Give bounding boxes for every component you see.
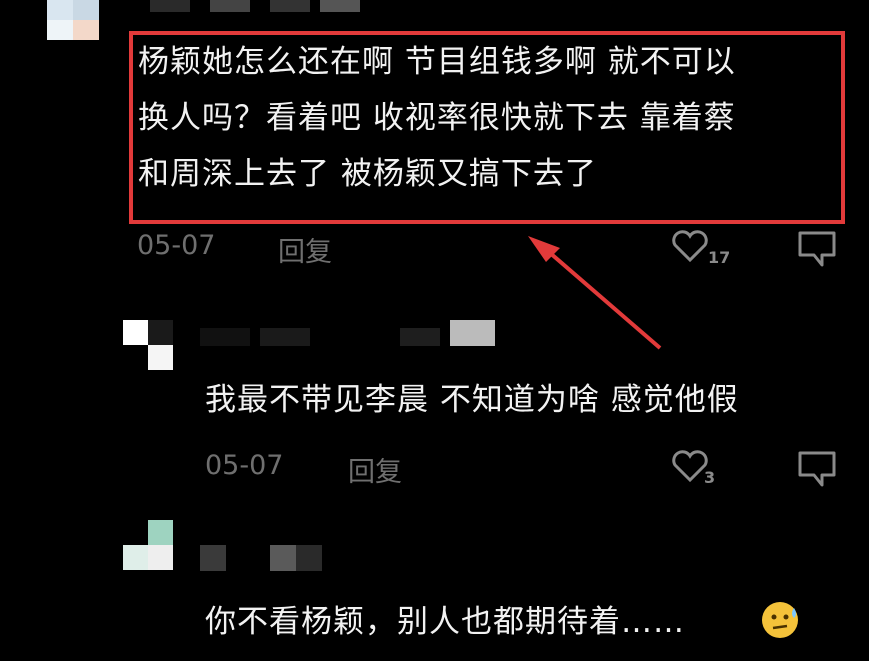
avatar[interactable] [123, 520, 173, 570]
like-button[interactable]: 17 [670, 228, 740, 268]
arrow-icon [528, 236, 662, 350]
comment-line: 你不看杨颖，别人也都期待着…… [205, 604, 685, 640]
emoji-icon [762, 602, 798, 638]
highlight-box [129, 31, 845, 224]
avatar[interactable] [123, 320, 173, 370]
reply-button[interactable]: 回复 [278, 230, 332, 269]
comment-date: 05-07 [137, 230, 216, 261]
dislike-button[interactable] [796, 449, 840, 489]
like-count: 17 [708, 248, 731, 267]
like-button[interactable]: 3 [670, 448, 740, 488]
comment-date: 05-07 [205, 450, 284, 481]
like-count: 3 [704, 468, 716, 487]
dislike-icon [798, 231, 836, 267]
username-blurred[interactable] [150, 0, 370, 12]
username-blurred[interactable] [200, 320, 500, 350]
dislike-button[interactable] [796, 229, 840, 269]
username-blurred[interactable] [200, 545, 330, 571]
avatar[interactable] [25, 0, 125, 40]
comment-text: 我最不带见李晨 不知道为啥 感觉他假 [205, 382, 739, 418]
dislike-icon [798, 451, 836, 487]
comment-text: 你不看杨颖，别人也都期待着…… [205, 594, 685, 650]
reply-button[interactable]: 回复 [348, 450, 402, 489]
